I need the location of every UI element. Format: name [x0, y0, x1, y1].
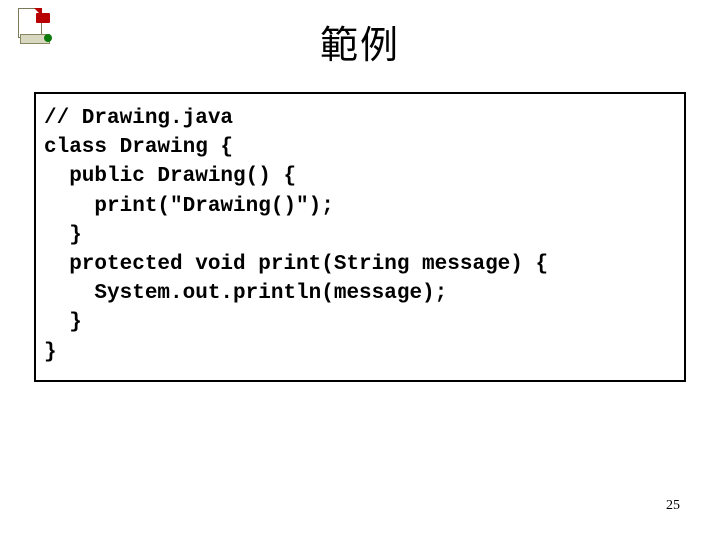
- code-line-9: }: [44, 341, 57, 364]
- page-number: 25: [666, 498, 680, 514]
- code-line-4: print("Drawing()");: [44, 195, 334, 218]
- code-line-5: }: [44, 224, 82, 247]
- slide-title: 範例: [0, 14, 720, 69]
- code-example-box: // Drawing.java class Drawing { public D…: [34, 92, 686, 382]
- code-line-3: public Drawing() {: [44, 165, 296, 188]
- code-line-7: System.out.println(message);: [44, 282, 447, 305]
- code-line-8: }: [44, 311, 82, 334]
- code-line-2: class Drawing {: [44, 136, 233, 159]
- code-line-6: protected void print(String message) {: [44, 253, 548, 276]
- code-line-1: // Drawing.java: [44, 107, 233, 130]
